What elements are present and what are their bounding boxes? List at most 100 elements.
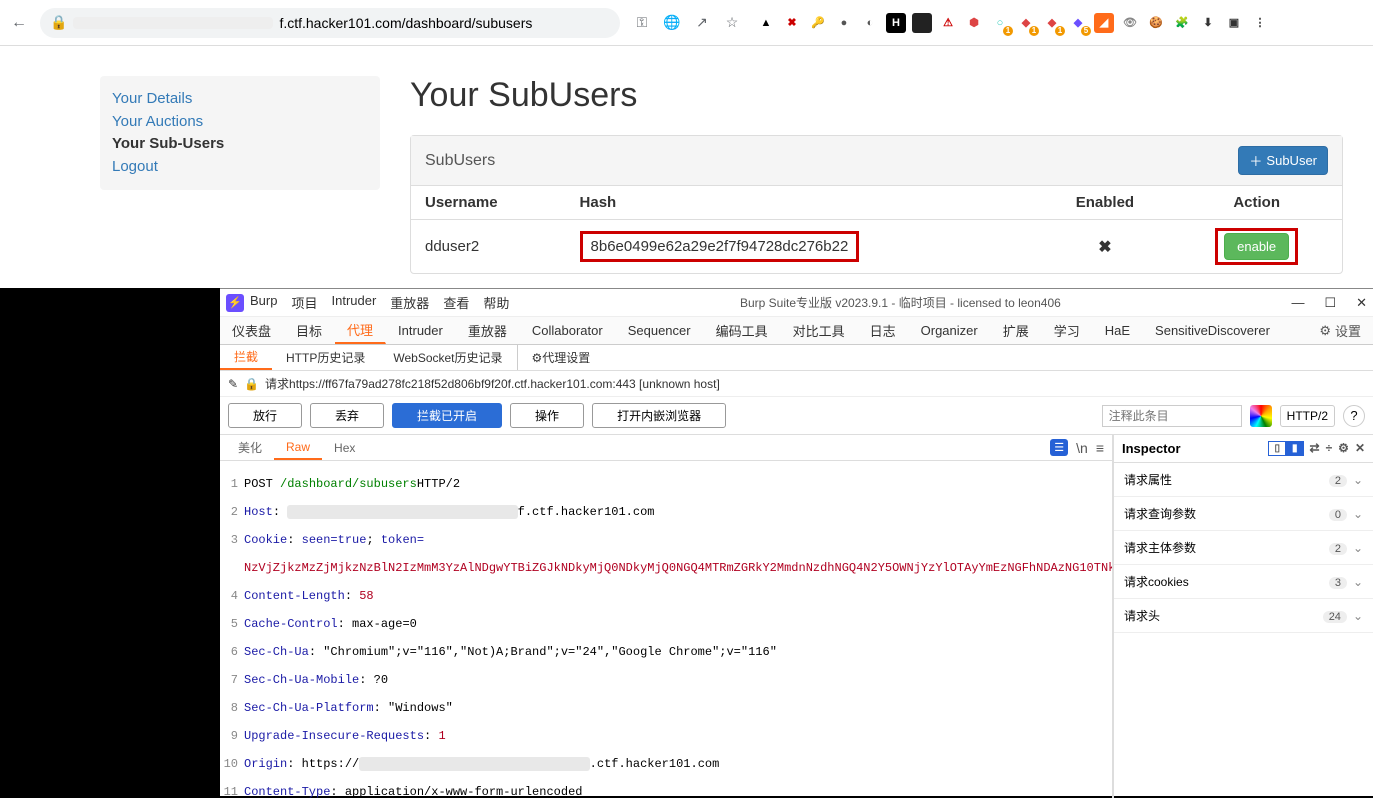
newline-icon[interactable]: \n — [1076, 440, 1088, 456]
ext-icon[interactable]: 👁 — [1120, 13, 1140, 33]
ext-icon[interactable]: ◐ — [860, 13, 880, 33]
intercept-toggle-button[interactable]: 拦截已开启 — [392, 403, 502, 428]
extensions-icon[interactable]: 🧩 — [1172, 13, 1192, 33]
subusers-panel: SubUsers ＋ SubUser Username Hash Enabled… — [410, 135, 1343, 274]
tab-intruder[interactable]: Intruder — [386, 317, 456, 344]
share-icon[interactable]: ↗ — [692, 13, 712, 33]
inspector-title: Inspector — [1122, 441, 1181, 456]
ext-icon[interactable]: ✖ — [782, 13, 802, 33]
inspector-row-count: 3 — [1329, 577, 1347, 589]
ext-icon[interactable]: ○1 — [990, 13, 1010, 33]
sidepanel-icon[interactable]: ▣ — [1224, 13, 1244, 33]
editor-action-icon[interactable]: ☰ — [1050, 439, 1068, 456]
back-button[interactable]: ← — [8, 12, 30, 34]
inspector-icon[interactable]: ⇄ — [1310, 441, 1320, 456]
ext-icon[interactable]: H — [886, 13, 906, 33]
ext-icon[interactable]: ⚠ — [938, 13, 958, 33]
sidebar-logout[interactable]: Logout — [112, 156, 368, 179]
tab-repeater[interactable]: 重放器 — [456, 317, 520, 344]
editor-tab-pretty[interactable]: 美化 — [226, 435, 274, 460]
tab-collaborator[interactable]: Collaborator — [520, 317, 616, 344]
col-enabled: Enabled — [1039, 186, 1172, 220]
ext-icon[interactable]: ◆1 — [1016, 13, 1036, 33]
tab-extensions[interactable]: 扩展 — [991, 317, 1042, 344]
extension-icons: ▲ ✖ 🔑 ● ◐ H ⚠ ⬢ ○1 ◆1 ◆1 ◆5 ◢ 👁 🍪 🧩 ⬇ ▣ … — [756, 13, 1270, 33]
ext-icon[interactable]: ◆1 — [1042, 13, 1062, 33]
pencil-icon[interactable]: ✎ — [228, 377, 238, 391]
inspector-cookies[interactable]: 请求cookies 3⌄ — [1114, 565, 1373, 599]
menu-project[interactable]: 项目 — [291, 293, 317, 312]
proxy-settings-label: 代理设置 — [542, 349, 590, 366]
page-title: Your SubUsers — [410, 76, 1343, 115]
sidebar-your-auctions[interactable]: Your Auctions — [112, 111, 368, 134]
tab-comparer[interactable]: 对比工具 — [781, 317, 858, 344]
sidebar-your-details[interactable]: Your Details — [112, 88, 368, 111]
ext-icon[interactable]: ◆5 — [1068, 13, 1088, 33]
sidebar-your-subusers[interactable]: Your Sub-Users — [112, 133, 368, 156]
url-bar[interactable]: 🔒 f.ctf.hacker101.com/dashboard/subusers — [40, 8, 620, 38]
intercept-action-bar: 放行 丢弃 拦截已开启 操作 打开内嵌浏览器 HTTP/2 ? — [220, 397, 1373, 435]
drop-button[interactable]: 丢弃 — [310, 403, 384, 428]
menu-intruder[interactable]: Intruder — [331, 293, 376, 312]
tab-learn[interactable]: 学习 — [1042, 317, 1093, 344]
tab-sequencer[interactable]: Sequencer — [616, 317, 704, 344]
highlight-color-button[interactable] — [1250, 405, 1272, 427]
menu-burp[interactable]: Burp — [250, 293, 277, 312]
inspector-body-params[interactable]: 请求主体参数 2⌄ — [1114, 531, 1373, 565]
subtab-wshistory[interactable]: WebSocket历史记录 — [379, 345, 516, 370]
tab-logger[interactable]: 日志 — [858, 317, 909, 344]
raw-request-body[interactable]: 1POST /dashboard/subusersHTTP/2 2Host: x… — [220, 461, 1112, 798]
subtab-httphistory[interactable]: HTTP历史记录 — [272, 345, 379, 370]
editor-tab-hex[interactable]: Hex — [322, 435, 367, 460]
help-button[interactable]: ? — [1343, 405, 1365, 427]
tab-organizer[interactable]: Organizer — [909, 317, 991, 344]
inspector-row-count: 2 — [1329, 543, 1347, 555]
inspector-request-attrs[interactable]: 请求属性 2⌄ — [1114, 463, 1373, 497]
download-icon[interactable]: ⬇ — [1198, 13, 1218, 33]
proxy-settings-button[interactable]: ⚙ 代理设置 — [517, 345, 605, 370]
open-browser-button[interactable]: 打开内嵌浏览器 — [592, 403, 726, 428]
tab-proxy[interactable]: 代理 — [335, 317, 386, 344]
ext-icon[interactable]: ⬢ — [964, 13, 984, 33]
gear-icon[interactable]: ⚙ — [1338, 441, 1349, 456]
comment-input[interactable] — [1102, 405, 1242, 427]
forward-button[interactable]: 放行 — [228, 403, 302, 428]
ext-icon[interactable]: 🍪 — [1146, 13, 1166, 33]
tab-decoder[interactable]: 编码工具 — [704, 317, 781, 344]
inspector-row-label: 请求查询参数 — [1124, 505, 1196, 522]
menu-view[interactable]: 查看 — [443, 293, 469, 312]
ext-icon[interactable]: ◢ — [1094, 13, 1114, 33]
gear-icon: ⚙ — [1319, 323, 1331, 339]
inspector-query-params[interactable]: 请求查询参数 0⌄ — [1114, 497, 1373, 531]
menu-icon[interactable]: ⋮ — [1250, 13, 1270, 33]
tab-dashboard[interactable]: 仪表盘 — [220, 317, 284, 344]
close-icon[interactable]: ✕ — [1355, 441, 1365, 456]
maximize-button[interactable]: ☐ — [1324, 295, 1336, 311]
ext-icon[interactable]: ▲ — [756, 13, 776, 33]
bookmark-icon[interactable]: ☆ — [722, 13, 742, 33]
tab-target[interactable]: 目标 — [284, 317, 335, 344]
key-icon[interactable]: ⚿ — [632, 13, 652, 33]
close-button[interactable]: ✕ — [1356, 295, 1367, 311]
menu-repeater[interactable]: 重放器 — [390, 293, 429, 312]
minimize-button[interactable]: — — [1291, 295, 1304, 311]
tab-hae[interactable]: HaE — [1093, 317, 1143, 344]
http-version-label[interactable]: HTTP/2 — [1280, 405, 1335, 427]
hamburger-icon[interactable]: ≡ — [1096, 440, 1104, 456]
menu-help[interactable]: 帮助 — [483, 293, 509, 312]
inspector-icon[interactable]: ÷ — [1326, 441, 1333, 456]
ext-icon[interactable]: ● — [834, 13, 854, 33]
enable-button[interactable]: enable — [1224, 233, 1289, 260]
translate-icon[interactable]: 🌐 — [662, 13, 682, 33]
inspector-headers[interactable]: 请求头 24⌄ — [1114, 599, 1373, 633]
ext-icon[interactable] — [912, 13, 932, 33]
ext-icon[interactable]: 🔑 — [808, 13, 828, 33]
tab-sensitivediscoverer[interactable]: SensitiveDiscoverer — [1143, 317, 1283, 344]
subtab-intercept[interactable]: 拦截 — [220, 345, 272, 370]
add-subuser-button[interactable]: ＋ SubUser — [1238, 146, 1328, 175]
editor-tab-raw[interactable]: Raw — [274, 435, 322, 460]
action-button[interactable]: 操作 — [510, 403, 584, 428]
burp-settings-button[interactable]: ⚙设置 — [1307, 317, 1373, 344]
chevron-down-icon: ⌄ — [1353, 575, 1363, 589]
inspector-layout-toggle[interactable]: ▯▮ — [1268, 441, 1303, 456]
